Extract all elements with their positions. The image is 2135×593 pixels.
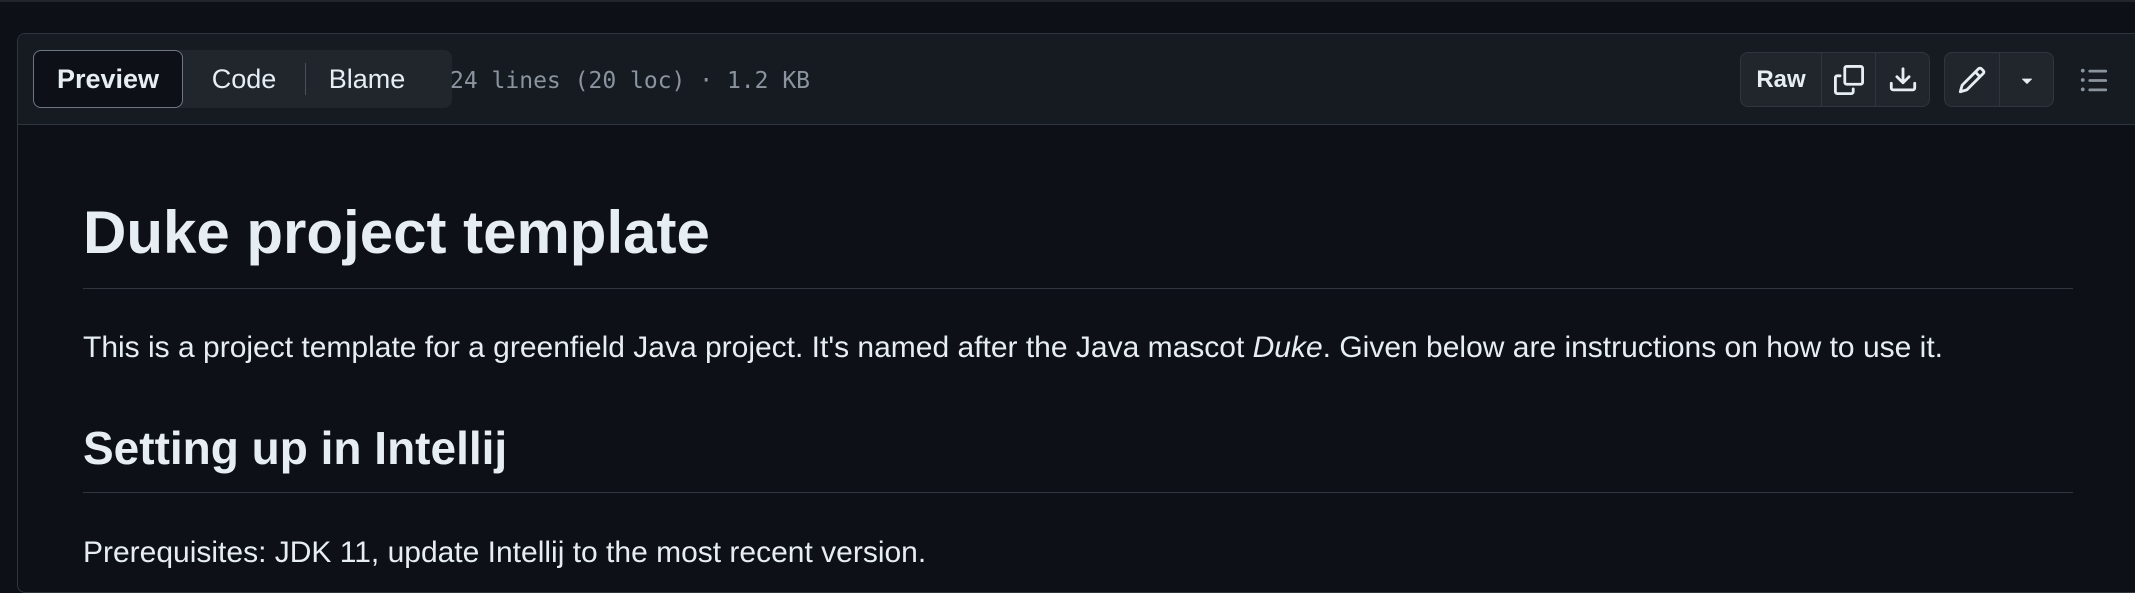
readme-title: Duke project template (83, 199, 710, 266)
edit-actions-group (1944, 52, 2054, 107)
readme-intro: This is a project template for a greenfi… (83, 328, 1943, 368)
prerequisites-text: Prerequisites: JDK 11, update Intellij t… (83, 536, 927, 569)
download-raw-button[interactable] (1875, 53, 1929, 106)
file-header: Preview Code Blame 24 lines (20 loc) · 1… (18, 34, 2135, 125)
file-viewer: Preview Code Blame 24 lines (20 loc) · 1… (17, 33, 2135, 593)
outline-button[interactable] (2074, 60, 2114, 100)
pencil-icon (1957, 65, 1987, 95)
raw-button-label: Raw (1756, 65, 1806, 93)
tab-preview-label: Preview (56, 63, 160, 94)
copy-raw-button[interactable] (1821, 53, 1875, 106)
copy-icon (1833, 64, 1864, 95)
tab-blame-label: Blame (328, 63, 406, 94)
raw-button[interactable]: Raw (1741, 53, 1821, 106)
triangle-down-icon (2016, 69, 2038, 91)
section-divider (83, 492, 2073, 493)
top-border (0, 0, 2135, 2)
intro-text-start: This is a project template for a greenfi… (83, 331, 1253, 364)
intro-emphasis: Duke (1252, 331, 1323, 364)
tab-code-label: Code (211, 63, 277, 94)
intro-text-end: . Given below are instructions on how to… (1322, 331, 1943, 364)
file-info: 24 lines (20 loc) · 1.2 KB (450, 68, 811, 94)
view-mode-segmented-control: Preview Code Blame (33, 50, 452, 108)
list-unordered-icon (2079, 65, 2109, 95)
tab-preview[interactable]: Preview (33, 50, 183, 108)
tab-code[interactable]: Code (183, 50, 305, 108)
edit-file-button[interactable] (1945, 53, 1999, 106)
more-edit-options-button[interactable] (1999, 53, 2053, 106)
section-heading: Setting up in Intellij (83, 422, 508, 474)
raw-actions-group: Raw (1740, 52, 1930, 107)
tab-blame[interactable]: Blame (306, 50, 428, 108)
title-divider (83, 288, 2073, 289)
download-icon (1888, 65, 1918, 95)
